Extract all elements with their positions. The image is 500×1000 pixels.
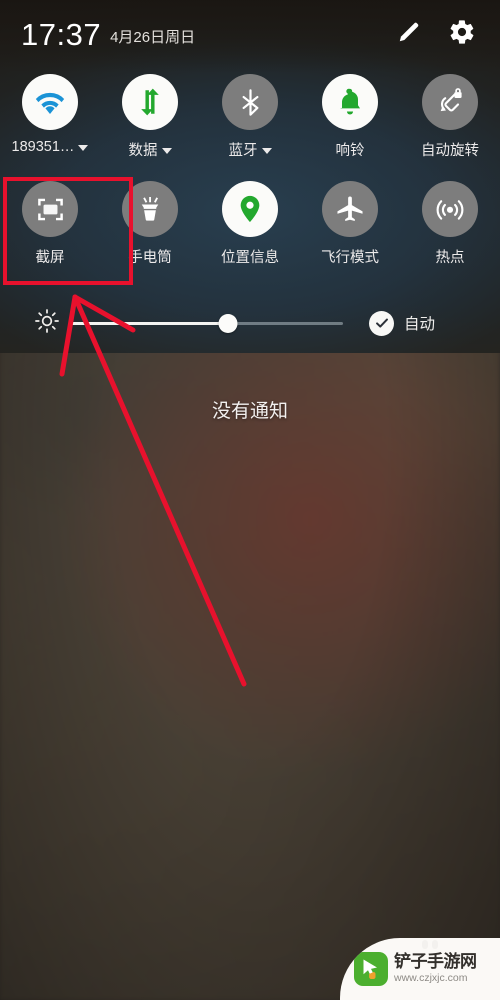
tile-auto-rotate-circle[interactable] [422, 74, 478, 130]
flashlight-icon [141, 197, 159, 221]
location-pin-icon [240, 195, 260, 223]
tile-auto-rotate-label-text: 自动旋转 [421, 143, 479, 159]
tile-screenshot[interactable]: 截屏 [0, 181, 100, 288]
tile-airplane-mode[interactable]: 飞行模式 [300, 181, 400, 288]
tile-airplane-mode-label-text: 飞行模式 [321, 250, 379, 266]
pencil-icon[interactable] [396, 19, 422, 50]
tile-hotspot-circle[interactable] [422, 181, 478, 237]
brightness-auto-label: 自动 [404, 316, 436, 333]
tile-flashlight-circle[interactable] [122, 181, 178, 237]
phone-screen: 17:37 4月26日周日 189351… 数据 蓝牙 响铃 自动旋转 截屏 手… [0, 0, 500, 1000]
watermark-dot [432, 940, 438, 949]
brightness-sun-icon [34, 308, 60, 339]
tile-screenshot-circle[interactable] [22, 181, 78, 237]
tile-bluetooth-label-text: 蓝牙 [228, 143, 258, 159]
tile-flashlight-label: 手电筒 [128, 246, 172, 267]
tile-ring-label-text: 响铃 [335, 143, 365, 159]
status-clock: 17:37 [21, 16, 102, 52]
tile-hotspot-label: 热点 [436, 246, 465, 267]
watermark-title: 铲子手游网 [394, 952, 477, 972]
tile-mobile-data-label: 数据 [129, 139, 172, 160]
tile-mobile-data[interactable]: 数据 [100, 74, 200, 181]
screenshot-icon [37, 198, 63, 220]
mobile-data-icon [141, 88, 159, 116]
chevron-down-icon[interactable] [78, 145, 89, 151]
airplane-icon [337, 196, 363, 221]
tile-mobile-data-circle[interactable] [122, 74, 178, 130]
tile-location-label-text: 位置信息 [221, 250, 279, 266]
quick-settings-tiles: 189351… 数据 蓝牙 响铃 自动旋转 截屏 手电筒 位置信息 飞行模式 热… [0, 74, 500, 288]
check-circle-icon[interactable] [369, 310, 394, 336]
tile-wifi-label-text: 189351… [11, 139, 75, 155]
brightness-row: 自动 [0, 300, 500, 346]
watermark-decorative-dots [422, 940, 438, 949]
tile-airplane-mode-circle[interactable] [322, 181, 378, 237]
auto-rotate-lock-icon [440, 88, 462, 112]
watermark-text: 铲子手游网 www.czjxjc.com [394, 953, 477, 984]
cursor-arrow-logo [354, 952, 388, 986]
tile-ring-circle[interactable] [322, 74, 378, 130]
chevron-down-icon[interactable] [161, 147, 172, 154]
no-notifications-text: 没有通知 [211, 401, 288, 422]
brightness-slider[interactable] [70, 312, 343, 334]
quick-settings-row-1: 189351… 数据 蓝牙 响铃 自动旋转 [0, 74, 500, 181]
quick-settings-row-2: 截屏 手电筒 位置信息 飞行模式 热点 [0, 181, 500, 288]
chevron-down-icon[interactable] [261, 147, 272, 154]
tile-wifi-circle[interactable] [22, 74, 78, 130]
bell-icon [340, 88, 360, 115]
bluetooth-icon [242, 88, 258, 116]
status-date: 4月26日周日 [110, 28, 196, 46]
tile-wifi-label: 189351… [12, 139, 89, 155]
tile-ring[interactable]: 响铃 [300, 74, 400, 181]
tile-auto-rotate[interactable]: 自动旋转 [400, 74, 500, 181]
tile-bluetooth[interactable]: 蓝牙 [200, 74, 300, 181]
status-bar: 17:37 4月26日周日 [0, 0, 500, 68]
tile-auto-rotate-label: 自动旋转 [421, 139, 479, 160]
tile-bluetooth-label: 蓝牙 [229, 139, 272, 160]
tile-mobile-data-label-text: 数据 [128, 143, 158, 159]
tile-hotspot[interactable]: 热点 [400, 181, 500, 288]
tile-bluetooth-circle[interactable] [222, 74, 278, 130]
tile-wifi[interactable]: 189351… [0, 74, 100, 181]
tile-screenshot-label: 截屏 [36, 246, 65, 267]
status-bar-actions [396, 18, 476, 51]
wifi-icon [35, 92, 65, 115]
tile-location-label: 位置信息 [221, 246, 279, 267]
tile-ring-label: 响铃 [336, 139, 365, 160]
hotspot-icon [436, 200, 464, 220]
tile-location[interactable]: 位置信息 [200, 181, 300, 288]
tile-hotspot-label-text: 热点 [435, 250, 465, 266]
gear-icon[interactable] [448, 18, 476, 51]
tile-location-circle[interactable] [222, 181, 278, 237]
brightness-slider-thumb[interactable] [218, 313, 238, 333]
brightness-slider-fill [70, 321, 229, 325]
tile-flashlight-label-text: 手电筒 [128, 250, 172, 266]
brightness-auto-toggle[interactable]: 自动 [369, 310, 436, 336]
tile-screenshot-label-text: 截屏 [35, 250, 65, 266]
watermark-url: www.czjxjc.com [394, 972, 468, 985]
tile-airplane-mode-label: 飞行模式 [321, 246, 379, 267]
tile-flashlight[interactable]: 手电筒 [100, 181, 200, 288]
watermark-dot [422, 940, 428, 949]
